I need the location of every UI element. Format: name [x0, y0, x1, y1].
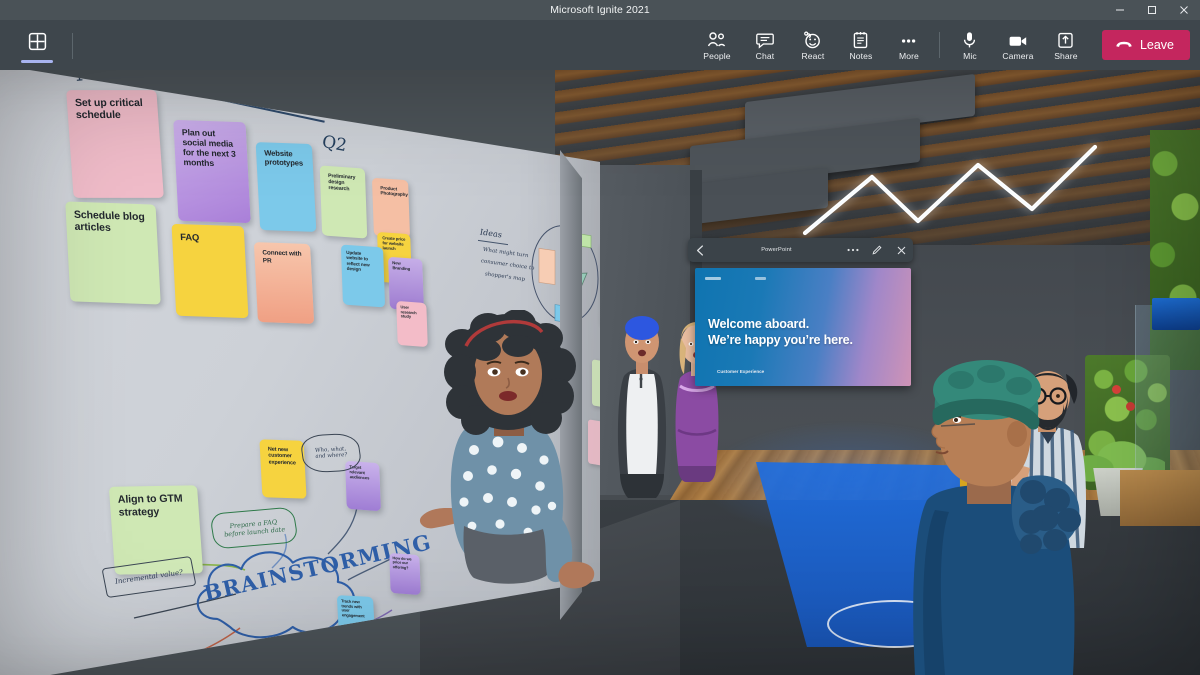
- speech-bubble: Prepare a FAQ before launch date: [209, 506, 299, 550]
- participant-avatar-blue-hair[interactable]: [614, 308, 670, 498]
- foreground-avatar-green-beanie[interactable]: [905, 360, 1085, 675]
- mic-button[interactable]: Mic: [946, 22, 994, 68]
- sticky-note[interactable]: Product Photography: [371, 177, 411, 239]
- slide-headline-line2: We’re happy you’re here.: [708, 332, 853, 347]
- wood-counter: [1120, 470, 1200, 526]
- notes-label: Notes: [849, 50, 873, 61]
- mesh-teams-app-window: Microsoft Ignite 2021 People Chat React …: [0, 0, 1200, 675]
- sticky-note[interactable]: Plan out social media for the next 3 mon…: [173, 119, 251, 224]
- window-controls: [1104, 0, 1200, 20]
- close-icon[interactable]: [889, 238, 913, 262]
- react-button[interactable]: React: [789, 22, 837, 68]
- toolbar-divider-left: [72, 33, 73, 59]
- view-switcher: [18, 25, 56, 57]
- shared-content-header: PowerPoint: [688, 238, 913, 262]
- virtual-meeting-space: Upcoming Goals Q2 M Set up critical sche…: [0, 70, 1200, 675]
- more-button[interactable]: More: [885, 22, 933, 68]
- sketch-underline: [478, 239, 508, 246]
- chat-label: Chat: [755, 50, 775, 61]
- slide-logo: [705, 277, 721, 280]
- active-view-indicator: [21, 60, 53, 63]
- sticky-note[interactable]: What are our international shipping capa…: [72, 670, 154, 675]
- speech-bubble: Who, what, and where?: [299, 432, 363, 474]
- share-label: Share: [1054, 50, 1078, 61]
- toolbar-actions: People Chat React Notes More Mic Camera …: [693, 20, 1190, 70]
- camera-icon: [1008, 30, 1028, 49]
- heading-underline: [195, 93, 325, 123]
- sketch-label: Ideas: [480, 227, 502, 240]
- notes-icon: [852, 30, 869, 49]
- minimize-icon[interactable]: [1104, 0, 1136, 20]
- sticky-note[interactable]: FAQ: [171, 223, 249, 319]
- more-label: More: [898, 50, 919, 61]
- window-title-bar: Microsoft Ignite 2021: [0, 0, 1200, 20]
- gallery-view-icon[interactable]: [18, 25, 56, 57]
- sticky-note[interactable]: How do we price our offering?: [389, 552, 421, 596]
- flower-icon: [1112, 385, 1121, 394]
- sticky-note[interactable]: Net new customer experience: [259, 439, 307, 499]
- react-label: React: [801, 50, 825, 61]
- zigzag-pendant-light-icon: [800, 125, 1130, 250]
- close-icon[interactable]: [1168, 0, 1200, 20]
- presentation-slide[interactable]: Welcome aboard. We’re happy you’re here.…: [695, 268, 911, 386]
- more-icon: [899, 30, 918, 49]
- leave-button[interactable]: Leave: [1101, 30, 1190, 60]
- camera-label: Camera: [1002, 50, 1034, 61]
- people-label: People: [703, 50, 731, 61]
- chat-button[interactable]: Chat: [741, 22, 789, 68]
- chat-icon: [756, 30, 774, 49]
- people-button[interactable]: People: [693, 22, 741, 68]
- sketch-line: What might turn: [483, 246, 529, 260]
- sketch-line: shopper's map: [485, 271, 525, 283]
- flower-icon: [1126, 402, 1135, 411]
- more-options-icon[interactable]: [841, 238, 865, 262]
- glass-partition: [1135, 305, 1200, 495]
- share-icon: [1057, 30, 1074, 49]
- sticky-note[interactable]: Connect with PR: [253, 242, 315, 324]
- meeting-toolbar: People Chat React Notes More Mic Camera …: [0, 20, 1200, 70]
- shared-app-name: PowerPoint: [761, 247, 792, 253]
- shared-content-panel[interactable]: PowerPoint Welcome aboard. We’re happy y…: [688, 238, 913, 386]
- mic-label: Mic: [963, 50, 977, 61]
- sticky-note[interactable]: Track new trends with user engagement: [336, 595, 376, 639]
- people-icon: [707, 30, 726, 49]
- slide-headline: Welcome aboard. We’re happy you’re here.: [708, 317, 908, 348]
- sticky-note[interactable]: Update website to reflect new design: [340, 244, 386, 308]
- sticky-note[interactable]: Website prototypes: [255, 142, 317, 232]
- slide-footer: Customer Experience: [717, 369, 765, 374]
- whiteboard-scribble: M: [73, 70, 100, 87]
- sticky-note[interactable]: Preliminary design research: [319, 165, 368, 239]
- camera-button[interactable]: Camera: [994, 22, 1042, 68]
- back-icon[interactable]: [688, 238, 712, 262]
- leave-label: Leave: [1139, 38, 1174, 52]
- sticky-note[interactable]: Set up critical schedule: [66, 90, 164, 198]
- maximize-icon[interactable]: [1136, 0, 1168, 20]
- pin-icon[interactable]: [865, 238, 889, 262]
- whiteboard-subheading: Q2: [320, 132, 349, 156]
- sticky-note[interactable]: Schedule blog articles: [65, 201, 161, 305]
- react-icon: [803, 30, 822, 49]
- slide-headline-line1: Welcome aboard.: [708, 317, 810, 331]
- hangup-icon: [1115, 36, 1133, 54]
- presenter-avatar[interactable]: [418, 309, 598, 675]
- share-button[interactable]: Share: [1042, 22, 1090, 68]
- wall-display: [1152, 298, 1200, 330]
- mic-icon: [962, 30, 977, 49]
- notes-button[interactable]: Notes: [837, 22, 885, 68]
- slide-logo-secondary: [755, 277, 766, 280]
- toolbar-divider-right: [938, 32, 940, 58]
- window-title: Microsoft Ignite 2021: [550, 4, 650, 16]
